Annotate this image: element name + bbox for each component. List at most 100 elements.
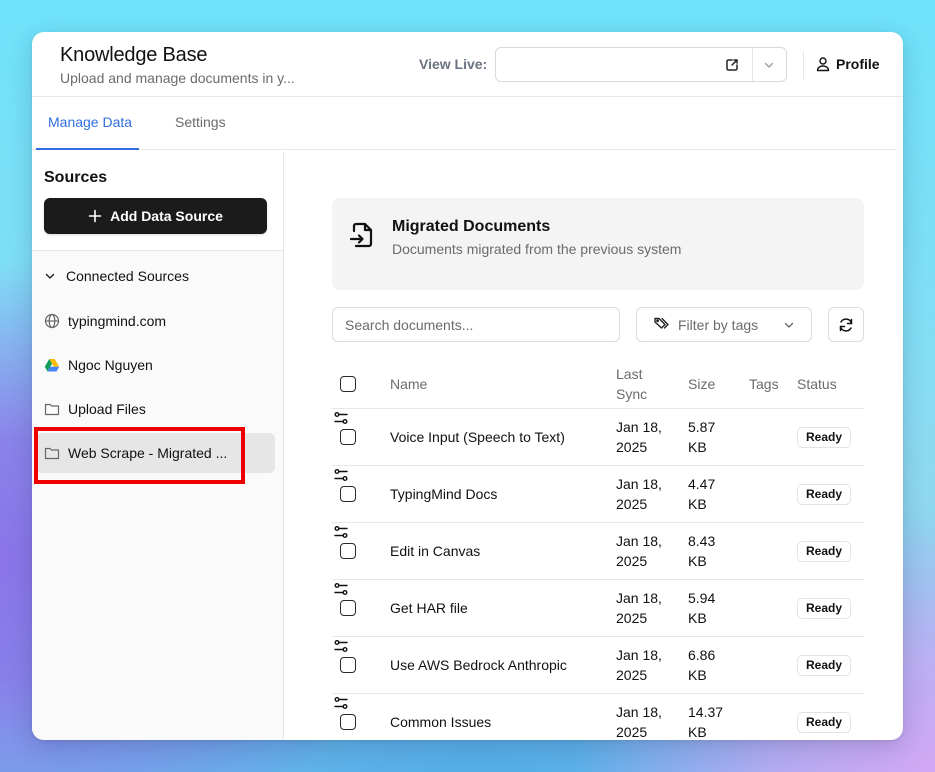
row-checkbox[interactable] — [340, 600, 356, 616]
edit-tags-icon[interactable] — [332, 409, 350, 427]
document-last-sync: Jan 18, 2025 — [616, 476, 662, 512]
connected-sources-toggle[interactable]: Connected Sources — [44, 268, 189, 284]
profile-button[interactable]: Profile — [815, 52, 880, 76]
column-last-sync[interactable]: Last Sync — [616, 364, 656, 404]
table-row[interactable]: Edit in Canvas Jan 18, 2025 8.43 KB Read… — [332, 523, 864, 580]
document-size: 8.43 KB — [688, 533, 716, 569]
document-size: 4.47 KB — [688, 476, 716, 512]
status-badge: Ready — [797, 598, 852, 619]
documents-panel: Migrated Documents Documents migrated fr… — [284, 151, 903, 740]
status-badge: Ready — [797, 427, 852, 448]
page-title: Knowledge Base — [60, 44, 208, 66]
table-row[interactable]: Common Issues Jan 18, 2025 14.37 KB Read… — [332, 694, 864, 740]
table-body: Voice Input (Speech to Text) Jan 18, 202… — [332, 409, 864, 740]
document-name[interactable]: Edit in Canvas — [390, 541, 480, 561]
folder-icon — [44, 403, 60, 416]
row-checkbox[interactable] — [340, 714, 356, 730]
column-tags: Tags — [749, 376, 779, 392]
sources-heading: Sources — [44, 169, 108, 186]
document-last-sync: Jan 18, 2025 — [616, 533, 662, 569]
table-row[interactable]: Voice Input (Speech to Text) Jan 18, 202… — [332, 409, 864, 466]
row-checkbox[interactable] — [340, 486, 356, 502]
document-name[interactable]: TypingMind Docs — [390, 484, 497, 504]
active-tab-indicator — [36, 148, 139, 150]
document-size: 14.37 KB — [688, 704, 724, 740]
table-row[interactable]: Get HAR file Jan 18, 2025 5.94 KB Ready — [332, 580, 864, 637]
column-size[interactable]: Size — [688, 374, 715, 394]
add-data-source-label: Add Data Source — [110, 208, 223, 224]
status-badge: Ready — [797, 484, 852, 505]
chevron-down-icon[interactable] — [762, 58, 776, 72]
source-info-card: Migrated Documents Documents migrated fr… — [332, 198, 864, 290]
source-item-label: Web Scrape - Migrated ... — [68, 445, 228, 461]
document-name[interactable]: Get HAR file — [390, 598, 468, 618]
refresh-button[interactable] — [828, 307, 864, 342]
plus-icon — [88, 209, 102, 223]
knowledge-base-window: Knowledge Base Upload and manage documen… — [32, 32, 903, 740]
column-name[interactable]: Name — [390, 374, 427, 394]
chevron-down-icon — [784, 322, 794, 328]
source-description: Documents migrated from the previous sys… — [392, 241, 682, 257]
documents-table: Name Last Sync Size Tags Status Voice In… — [332, 359, 864, 740]
google-drive-icon — [44, 359, 60, 372]
document-last-sync: Jan 18, 2025 — [616, 590, 662, 626]
view-live-combobox — [495, 47, 787, 82]
source-item-label: typingmind.com — [68, 313, 167, 329]
user-icon — [816, 57, 830, 72]
sources-list-panel: Connected Sources typingmind.com Ngoc Ng… — [32, 251, 283, 740]
document-size: 5.87 KB — [688, 419, 716, 455]
source-item-upload-files[interactable]: Upload Files — [36, 389, 275, 429]
filter-by-tags-dropdown[interactable]: Filter by tags — [636, 307, 812, 342]
globe-icon — [44, 313, 60, 329]
source-item-google-drive[interactable]: Ngoc Nguyen — [36, 345, 275, 385]
table-row[interactable]: TypingMind Docs Jan 18, 2025 4.47 KB Rea… — [332, 466, 864, 523]
document-last-sync: Jan 18, 2025 — [616, 704, 662, 740]
status-badge: Ready — [797, 655, 852, 676]
page-subtitle: Upload and manage documents in y... — [60, 70, 295, 86]
source-title: Migrated Documents — [392, 218, 551, 235]
status-badge: Ready — [797, 541, 852, 562]
document-size: 5.94 KB — [688, 590, 716, 626]
document-name[interactable]: Voice Input (Speech to Text) — [390, 427, 565, 447]
source-item-web-scrape-migrated[interactable]: Web Scrape - Migrated ... — [36, 433, 275, 473]
tab-manage-data[interactable]: Manage Data — [48, 114, 132, 130]
folder-icon — [44, 447, 60, 460]
select-all-checkbox[interactable] — [340, 376, 356, 392]
document-name[interactable]: Common Issues — [390, 712, 491, 732]
tab-bar: Manage Data Settings — [32, 98, 896, 150]
document-last-sync: Jan 18, 2025 — [616, 647, 662, 683]
table-header: Name Last Sync Size Tags Status — [332, 359, 864, 409]
source-item-typingmind[interactable]: typingmind.com — [36, 301, 275, 341]
file-import-icon — [349, 222, 373, 248]
add-data-source-button[interactable]: Add Data Source — [44, 198, 267, 234]
sources-sidebar: Sources Add Data Source Connected Source… — [32, 151, 284, 740]
tab-settings[interactable]: Settings — [175, 114, 226, 130]
edit-tags-icon[interactable] — [332, 637, 350, 655]
document-size: 6.86 KB — [688, 647, 716, 683]
external-link-icon[interactable] — [724, 57, 740, 73]
table-row[interactable]: Use AWS Bedrock Anthropic Jan 18, 2025 6… — [332, 637, 864, 694]
edit-tags-icon[interactable] — [332, 694, 350, 712]
row-checkbox[interactable] — [340, 429, 356, 445]
view-live-input[interactable] — [496, 48, 752, 81]
tags-icon — [654, 317, 669, 329]
edit-tags-icon[interactable] — [332, 523, 350, 541]
refresh-icon — [839, 317, 853, 332]
status-badge: Ready — [797, 712, 852, 733]
profile-label: Profile — [836, 56, 880, 72]
document-name[interactable]: Use AWS Bedrock Anthropic — [390, 655, 567, 675]
combobox-divider — [752, 48, 753, 81]
row-checkbox[interactable] — [340, 657, 356, 673]
search-documents-input[interactable] — [332, 307, 620, 342]
document-last-sync: Jan 18, 2025 — [616, 419, 662, 455]
edit-tags-icon[interactable] — [332, 466, 350, 484]
edit-tags-icon[interactable] — [332, 580, 350, 598]
chevron-down-icon — [45, 273, 55, 279]
connected-sources-label: Connected Sources — [66, 268, 189, 284]
view-live-label: View Live: — [419, 56, 488, 72]
sidebar-header: Sources Add Data Source — [32, 151, 283, 251]
filter-by-tags-label: Filter by tags — [678, 316, 759, 333]
source-item-label: Upload Files — [68, 401, 146, 417]
source-item-label: Ngoc Nguyen — [68, 357, 153, 373]
row-checkbox[interactable] — [340, 543, 356, 559]
